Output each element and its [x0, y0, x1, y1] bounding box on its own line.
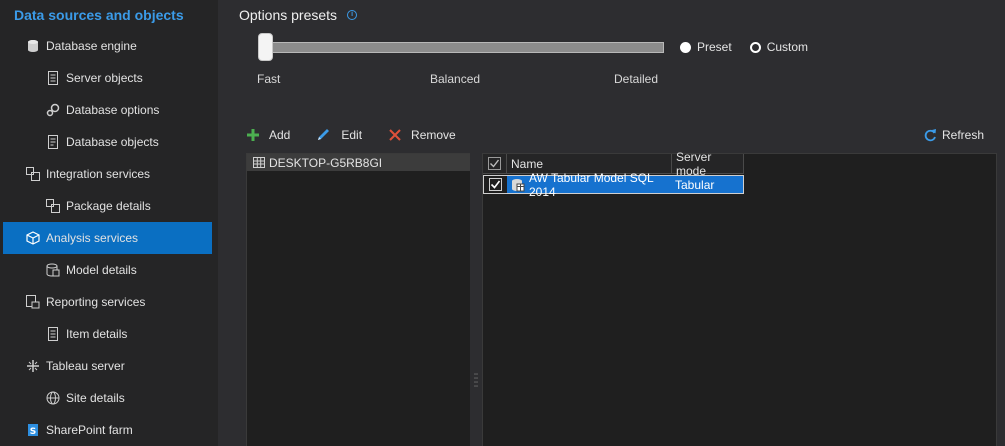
- preset-slider-track[interactable]: [264, 42, 664, 53]
- edit-button[interactable]: Edit: [316, 128, 362, 142]
- sidebar-item-model-details[interactable]: Model details: [3, 254, 212, 286]
- select-all-checkbox-cell[interactable]: [483, 154, 507, 174]
- svg-text:S: S: [30, 427, 36, 437]
- sidebar-item-site-details[interactable]: Site details: [3, 382, 212, 414]
- sidebar: Data sources and objects Database engine…: [0, 0, 218, 446]
- sidebar-item-analysis-services[interactable]: Analysis services: [3, 222, 212, 254]
- slider-label-detailed: Detailed: [614, 72, 659, 86]
- sidebar-title: Data sources and objects: [14, 7, 184, 23]
- report-icon: [26, 295, 40, 309]
- panel-splitter[interactable]: [474, 372, 478, 390]
- preset-radio[interactable]: Preset: [680, 40, 732, 54]
- sidebar-item-sharepoint-farm[interactable]: S SharePoint farm: [3, 414, 212, 446]
- package-icon: [26, 167, 40, 181]
- sidebar-item-package-details[interactable]: Package details: [3, 190, 212, 222]
- info-icon[interactable]: i: [347, 10, 358, 20]
- toolbar: Add Edit Remove: [246, 128, 482, 142]
- sidebar-item-database-engine[interactable]: Database engine: [3, 30, 212, 62]
- refresh-icon: [924, 128, 937, 142]
- custom-radio[interactable]: Custom: [749, 40, 808, 54]
- sidebar-item-item-details[interactable]: Item details: [3, 318, 212, 350]
- pencil-icon: [316, 128, 332, 142]
- database-icon: [26, 39, 40, 53]
- row-checkbox-cell[interactable]: [484, 176, 507, 193]
- preset-slider-thumb[interactable]: [258, 33, 273, 61]
- model-grid: Name Server mode AW Tabular Model SQL 20…: [482, 150, 997, 446]
- slider-label-fast: Fast: [257, 72, 281, 86]
- tabular-model-icon: [511, 178, 525, 192]
- select-all-checkbox[interactable]: [488, 157, 501, 170]
- server-grid-icon: [253, 157, 265, 168]
- document-icon: [46, 135, 60, 149]
- sidebar-item-database-objects[interactable]: Database objects: [3, 126, 212, 158]
- row-name-cell: AW Tabular Model SQL 2014: [507, 171, 672, 199]
- sharepoint-icon: S: [26, 423, 40, 437]
- server-item[interactable]: DESKTOP-G5RB8GI: [247, 154, 470, 171]
- plus-icon: [246, 128, 260, 142]
- document-icon: [46, 327, 60, 341]
- refresh-button[interactable]: Refresh: [924, 128, 984, 142]
- model-icon: [46, 263, 60, 277]
- cube-icon: [26, 231, 40, 245]
- package-icon: [46, 199, 60, 213]
- gears-icon: [46, 103, 60, 117]
- document-icon: [46, 71, 60, 85]
- sidebar-item-database-options[interactable]: Database options: [3, 94, 212, 126]
- radio-selected-icon: [680, 41, 691, 53]
- x-icon: [388, 128, 402, 142]
- preset-mode-radio-group: Preset Custom: [680, 40, 826, 54]
- sidebar-item-reporting-services[interactable]: Reporting services: [3, 286, 212, 318]
- sidebar-item-server-objects[interactable]: Server objects: [3, 62, 212, 94]
- slider-label-balanced: Balanced: [430, 72, 481, 86]
- radio-unselected-icon: [749, 41, 761, 53]
- options-presets-heading: Options presets i: [239, 7, 358, 23]
- remove-button[interactable]: Remove: [388, 128, 456, 142]
- table-row[interactable]: AW Tabular Model SQL 2014 Tabular: [483, 171, 744, 199]
- row-mode-cell: Tabular: [672, 176, 743, 193]
- server-list-panel: DESKTOP-G5RB8GI: [246, 153, 470, 446]
- row-checkbox[interactable]: [489, 178, 502, 191]
- sidebar-item-tableau-server[interactable]: Tableau server: [3, 350, 212, 382]
- add-button[interactable]: Add: [246, 128, 290, 142]
- sidebar-item-integration-services[interactable]: Integration services: [3, 158, 212, 190]
- column-header-server-mode[interactable]: Server mode: [672, 150, 744, 178]
- main-panel: Options presets i Fast Balanced Detailed…: [218, 0, 1005, 446]
- tableau-icon: [26, 359, 40, 373]
- globe-icon: [46, 391, 60, 405]
